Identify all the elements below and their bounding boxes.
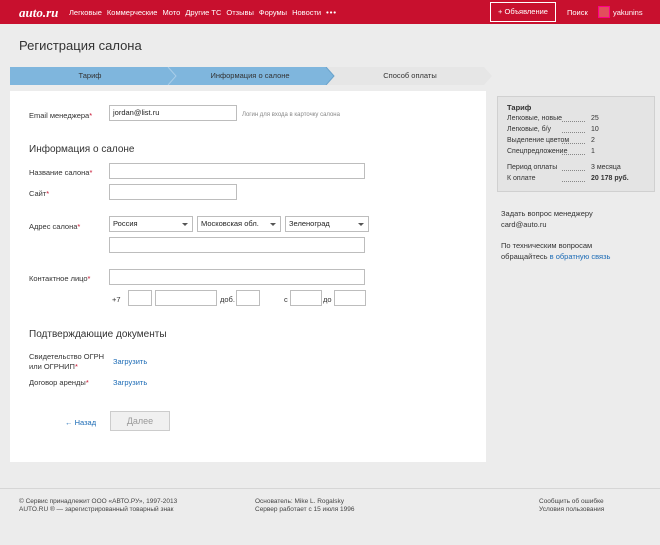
username: yakunins xyxy=(613,7,643,17)
progress-steps: Тариф Информация о салоне Способ оплаты xyxy=(10,67,492,85)
ask-manager-text: Задать вопрос менеджеру xyxy=(501,209,593,218)
founder-text: Основатель: Mike L. Rogalsky xyxy=(255,498,344,505)
feedback-link[interactable]: в обратную связь xyxy=(550,252,611,261)
manager-email-link[interactable]: card@auto.ru xyxy=(501,220,547,229)
footer: © Сервис принадлежит ООО «АВТО.РУ», 1997… xyxy=(0,488,660,545)
chevron-down-icon xyxy=(358,223,364,226)
nav-item-cars[interactable]: Легковые xyxy=(69,8,102,17)
address-label: Адрес салона* xyxy=(29,222,81,231)
ogrn-label: Свидетельство ОГРН или ОГРНИП* xyxy=(29,352,105,371)
page-title: Регистрация салона xyxy=(19,38,142,53)
step-tariff[interactable]: Тариф xyxy=(10,71,170,80)
nav-item-reviews[interactable]: Отзывы xyxy=(226,8,253,17)
region-select[interactable]: Московская обл. xyxy=(197,216,281,232)
address-field[interactable] xyxy=(109,237,365,253)
top-bar: auto.ru Легковые Коммерческие Мото Други… xyxy=(0,0,660,24)
nav-item-other[interactable]: Другие ТС xyxy=(185,8,221,17)
email-field[interactable]: jordan@list.ru xyxy=(109,105,237,121)
step-info: Информация о салоне xyxy=(210,71,290,80)
city-select[interactable]: Зеленоград xyxy=(285,216,369,232)
salon-name-label: Название салона* xyxy=(29,168,93,177)
registration-form: Email менеджера* jordan@list.ru Логин дл… xyxy=(10,91,486,462)
salon-name-field[interactable] xyxy=(109,163,365,179)
email-label: Email менеджера* xyxy=(29,111,93,120)
time-to-field[interactable] xyxy=(334,290,366,306)
tariff-summary: Тариф Легковые, новые 25 Легковые, б/у 10 … xyxy=(497,96,655,192)
site-label: Сайт* xyxy=(29,189,50,198)
nav-item-news[interactable]: Новости xyxy=(292,8,321,17)
terms-link[interactable]: Условия пользования xyxy=(539,506,604,513)
site-field[interactable] xyxy=(109,184,237,200)
report-error-link[interactable]: Сообщить об ошибке xyxy=(539,498,604,505)
nav-more-icon[interactable]: ••• xyxy=(326,8,337,17)
main-nav: Легковые Коммерческие Мото Другие ТС Отз… xyxy=(69,8,342,17)
chevron-down-icon xyxy=(182,223,188,226)
time-from-field[interactable] xyxy=(290,290,322,306)
back-link[interactable]: ← Назад xyxy=(65,418,96,427)
ext-label: доб. xyxy=(220,295,235,304)
step-payment: Способ оплаты xyxy=(383,71,437,80)
lease-label: Договор аренды* xyxy=(29,378,89,387)
site-logo[interactable]: auto.ru xyxy=(19,5,58,21)
avatar xyxy=(598,6,610,18)
info-heading: Информация о салоне xyxy=(29,144,135,155)
next-button[interactable]: Далее xyxy=(110,411,170,431)
phone-code-field[interactable] xyxy=(128,290,152,306)
copyright-text: © Сервис принадлежит ООО «АВТО.РУ», 1997… xyxy=(19,498,178,505)
country-select[interactable]: Россия xyxy=(109,216,193,232)
chevron-down-icon xyxy=(270,223,276,226)
tech-support-line: обращайтесь в обратную связь xyxy=(501,252,611,261)
tariff-title: Тариф xyxy=(507,103,532,112)
docs-heading: Подтверждающие документы xyxy=(29,329,167,340)
phone-number-field[interactable] xyxy=(155,290,217,306)
email-hint: Логин для входа в карточку салона xyxy=(242,112,340,118)
contact-name-field[interactable] xyxy=(109,269,365,285)
upload-ogrn-link[interactable]: Загрузить xyxy=(113,357,147,366)
tech-support-text: По техническим вопросам xyxy=(501,241,593,250)
upload-lease-link[interactable]: Загрузить xyxy=(113,378,147,387)
contact-label: Контактное лицо* xyxy=(29,274,91,283)
time-to-label: до xyxy=(323,295,332,304)
time-from-label: с xyxy=(284,295,288,304)
nav-item-moto[interactable]: Мото xyxy=(162,8,180,17)
nav-item-commercial[interactable]: Коммерческие xyxy=(107,8,158,17)
uptime-text: Сервер работает с 15 июля 1996 xyxy=(255,506,355,513)
trademark-text: AUTO.RU ® — зарегистрированный товарный … xyxy=(19,506,174,513)
search-link[interactable]: Поиск xyxy=(567,8,588,17)
phone-prefix: +7 xyxy=(112,295,121,304)
phone-ext-field[interactable] xyxy=(236,290,260,306)
nav-item-forums[interactable]: Форумы xyxy=(259,8,287,17)
user-menu[interactable]: yakunins xyxy=(598,6,643,18)
post-ad-button[interactable]: + Объявление xyxy=(490,2,556,22)
